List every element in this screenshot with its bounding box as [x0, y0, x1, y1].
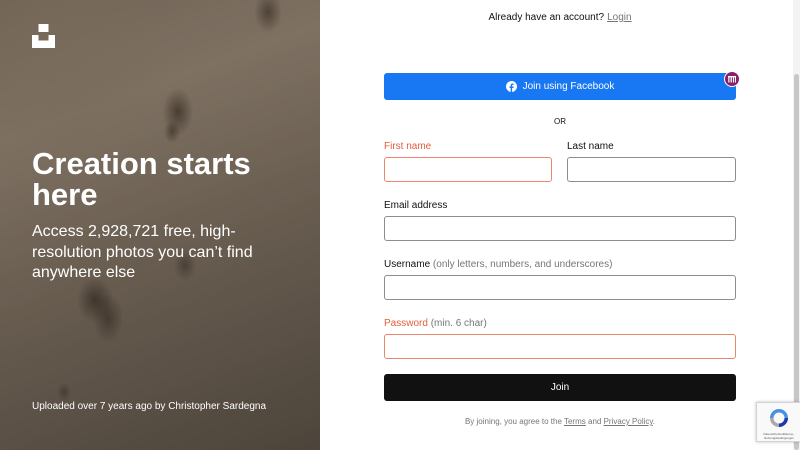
recaptcha-badge[interactable]: Datenschutzerklärung - Nutzungsbedingung… — [756, 402, 800, 442]
last-name-field[interactable] — [567, 157, 736, 182]
first-name-field[interactable] — [384, 157, 552, 182]
signup-panel: Already have an account? Login Join using… — [320, 0, 800, 450]
recaptcha-icon — [768, 407, 790, 429]
password-label-text: Password — [384, 318, 428, 329]
privacy-policy-link[interactable]: Privacy Policy — [604, 417, 653, 426]
username-hint: (only letters, numbers, and underscores) — [432, 259, 613, 270]
unsplash-logo-icon[interactable] — [32, 24, 55, 48]
last-name-label: Last name — [567, 141, 614, 152]
username-field[interactable] — [384, 275, 736, 300]
grid-badge-icon[interactable] — [724, 71, 740, 87]
terms-notice: By joining, you agree to the Terms and P… — [320, 417, 800, 426]
terms-suffix: . — [652, 417, 656, 426]
username-label: Username (only letters, numbers, and und… — [384, 259, 612, 270]
email-field[interactable] — [384, 216, 736, 241]
password-hint: (min. 6 char) — [430, 318, 487, 329]
join-button[interactable]: Join — [384, 374, 736, 401]
email-label: Email address — [384, 200, 448, 211]
username-label-text: Username — [384, 259, 431, 270]
facebook-join-label: Join using Facebook — [522, 81, 615, 92]
terms-and: and — [588, 417, 602, 426]
signin-prompt-text: Already have an account? — [488, 12, 605, 23]
facebook-join-button[interactable]: Join using Facebook — [384, 73, 736, 100]
recaptcha-label[interactable]: Datenschutzerklärung - Nutzungsbedingung… — [759, 432, 799, 440]
login-link[interactable]: Login — [607, 12, 631, 23]
password-label: Password (min. 6 char) — [384, 318, 487, 329]
facebook-icon — [505, 81, 517, 92]
photo-credit: Uploaded over 7 years ago by Christopher… — [32, 401, 267, 412]
hero-subtitle: Access 2,928,721 free, high-resolution p… — [32, 223, 253, 281]
or-divider: OR — [554, 117, 566, 126]
password-field[interactable] — [384, 334, 736, 359]
terms-link[interactable]: Terms — [564, 417, 586, 426]
scrollbar[interactable] — [793, 0, 800, 450]
signin-prompt-line: Already have an account? Login — [320, 12, 800, 23]
hero-panel: Creation starts here Access 2,928,721 fr… — [0, 0, 320, 450]
first-name-label: First name — [384, 141, 432, 152]
hero-title: Creation starts here — [32, 146, 251, 212]
scrollbar-thumb[interactable] — [794, 74, 799, 450]
terms-prefix: By joining, you agree to the — [464, 417, 562, 426]
